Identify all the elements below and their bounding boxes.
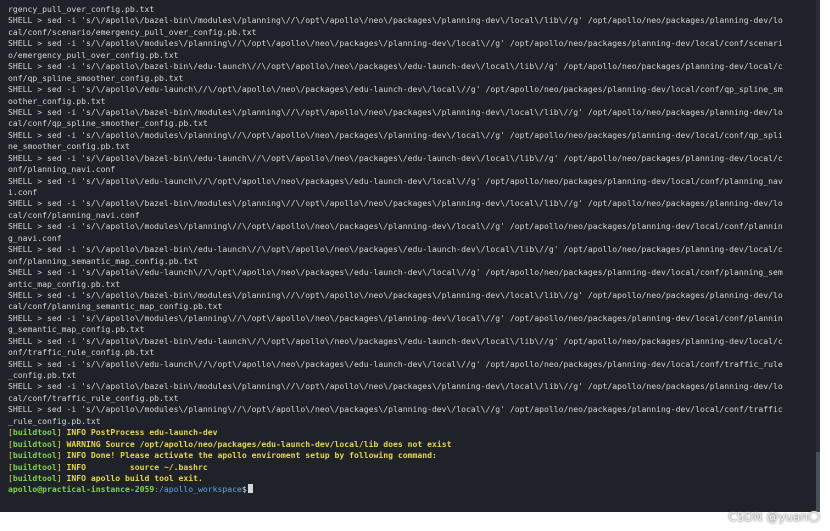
terminal-line: ne_smoother_config.pb.txt	[8, 141, 130, 152]
terminal-line: rgency_pull_over_config.pb.txt	[8, 4, 155, 14]
terminal-line: _rule_config.pb.txt	[8, 415, 101, 426]
terminal-line: SHELL > sed -i 's/\/apollo\/edu-launch\/…	[8, 358, 783, 369]
terminal-scrollbar[interactable]	[816, 0, 820, 512]
buildtool-message: INFO PostProcess edu-launch-dev	[61, 427, 218, 438]
terminal-line: SHELL > sed -i 's/\/apollo\/bazel-bin\/m…	[8, 289, 783, 300]
terminal-line: cal/conf/planning_semantic_map_config.pb…	[8, 301, 223, 312]
terminal-line: onf/planning_semantic_map_config.pb.txt	[8, 255, 199, 266]
buildtool-tag: buildtool	[12, 450, 57, 461]
buildtool-message: INFO apollo build tool exit.	[61, 472, 203, 483]
terminal-line: SHELL > sed -i 's/\/apollo\/edu-launch\/…	[8, 267, 783, 278]
buildtool-line: [buildtool] WARNING Source /opt/apollo/n…	[8, 439, 814, 450]
terminal-line: g_navi.conf	[8, 232, 62, 243]
text-cursor	[247, 484, 253, 494]
terminal-line: cal/conf/planning_navi.conf	[8, 209, 140, 220]
terminal-line: onf/qp_spline_smoother_config.pb.txt	[8, 72, 184, 83]
terminal-line: SHELL > sed -i 's/\/apollo\/modules\/pla…	[8, 404, 783, 415]
terminal-line: antic_map_config.pb.txt	[8, 278, 121, 289]
terminal-line: SHELL > sed -i 's/\/apollo\/bazel-bin\/e…	[8, 244, 783, 255]
buildtool-message: WARNING Source /opt/apollo/neo/packages/…	[61, 438, 452, 449]
buildtool-line: [buildtool] INFO apollo build tool exit.	[8, 473, 814, 484]
prompt-path: :/apollo_workspace	[154, 484, 242, 495]
terminal-line: SHELL > sed -i 's/\/apollo\/modules\/pla…	[8, 312, 783, 323]
terminal-output: rgency_pull_over_config.pb.txt SHELL > se…	[8, 4, 814, 496]
terminal-line: onf/traffic_rule_config.pb.txt	[8, 347, 155, 358]
terminal-line: SHELL > sed -i 's/\/apollo\/bazel-bin\/e…	[8, 61, 783, 72]
terminal-line: SHELL > sed -i 's/\/apollo\/edu-launch\/…	[8, 84, 783, 95]
terminal-line: SHELL > sed -i 's/\/apollo\/bazel-bin\/m…	[8, 15, 783, 26]
terminal-line: SHELL > sed -i 's/\/apollo\/bazel-bin\/m…	[8, 381, 783, 392]
buildtool-line: [buildtool] INFO PostProcess edu-launch-…	[8, 427, 814, 438]
terminal-line: SHELL > sed -i 's/\/apollo\/bazel-bin\/e…	[8, 335, 783, 346]
buildtool-message: INFO Done! Please activate the apollo en…	[61, 450, 437, 461]
terminal-line: SHELL > sed -i 's/\/apollo\/bazel-bin\/m…	[8, 198, 783, 209]
terminal-line: i.conf	[8, 187, 38, 197]
buildtool-tag: buildtool	[12, 438, 57, 449]
buildtool-tag: buildtool	[12, 461, 57, 472]
buildtool-tag: buildtool	[12, 427, 57, 438]
terminal-line: cal/conf/qp_spline_smoother_config.pb.tx…	[8, 118, 208, 129]
terminal-line: SHELL > sed -i 's/\/apollo\/bazel-bin\/e…	[8, 152, 783, 163]
terminal-line: _config.pb.txt	[8, 370, 77, 380]
buildtool-line: [buildtool] INFO Done! Please activate t…	[8, 450, 814, 461]
terminal-line: SHELL > sed -i 's/\/apollo\/edu-launch\/…	[8, 175, 783, 186]
terminal-line: g_semantic_map_config.pb.txt	[8, 324, 145, 335]
terminal-window[interactable]: rgency_pull_over_config.pb.txt SHELL > se…	[0, 0, 820, 512]
terminal-line: cal/conf/scenario/emergency_pull_over_co…	[8, 26, 257, 37]
terminal-line: onf/planning_navi.conf	[8, 164, 116, 175]
screenshot-frame: rgency_pull_over_config.pb.txt SHELL > se…	[0, 0, 830, 531]
buildtool-line: [buildtool] INFO source ~/.bashrc	[8, 462, 814, 473]
terminal-line: SHELL > sed -i 's/\/apollo\/modules\/pla…	[8, 221, 783, 232]
terminal-line: cal/conf/traffic_rule_config.pb.txt	[8, 392, 179, 403]
prompt-symbol: $	[241, 484, 247, 495]
buildtool-tag: buildtool	[12, 472, 57, 483]
terminal-line: oother_config.pb.txt	[8, 95, 106, 106]
shell-prompt[interactable]: apollo@practical-instance-2059:/apollo_w…	[8, 484, 814, 495]
terminal-line: o/emergency_pull_over_config.pb.txt	[8, 49, 179, 60]
prompt-user-host: apollo@practical-instance-2059	[8, 484, 155, 495]
terminal-line: SHELL > sed -i 's/\/apollo\/modules\/pla…	[8, 129, 783, 140]
buildtool-message: INFO source ~/.bashrc	[61, 461, 208, 472]
terminal-line: SHELL > sed -i 's/\/apollo\/bazel-bin\/m…	[8, 106, 783, 117]
terminal-line: SHELL > sed -i 's/\/apollo\/modules\/pla…	[8, 38, 783, 49]
watermark: CSDN @yuan〇	[728, 510, 820, 524]
scrollbar-thumb[interactable]	[816, 452, 820, 512]
